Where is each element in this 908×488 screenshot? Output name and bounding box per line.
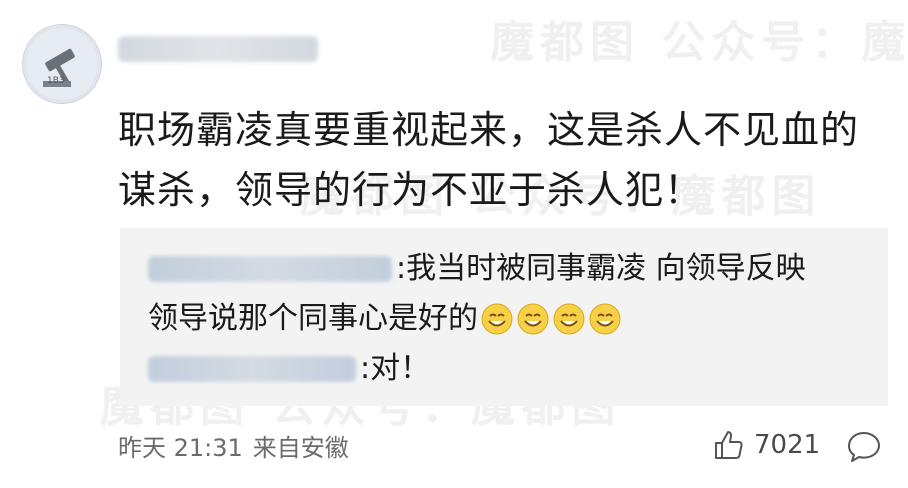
svg-text:1B3: 1B3: [47, 76, 65, 86]
smile-emoji-icon: [481, 303, 513, 335]
comment-meta: 昨天 21:31 来自安徽: [118, 428, 349, 463]
reply-text: 领导说那个同事心是好的: [148, 301, 478, 336]
thumbs-up-icon: [715, 431, 743, 459]
smile-emoji-icon: [589, 303, 621, 335]
smile-emoji-icon: [517, 303, 549, 335]
reply-text: :对！: [360, 351, 431, 386]
location: 来自安徽: [252, 434, 349, 462]
comment-line-1: 职场霸凌真要重视起来，这是杀人不见血的: [118, 108, 860, 152]
reply-text: :我当时被同事霸凌 向领导反映: [396, 251, 806, 286]
avatar[interactable]: 1B3: [22, 24, 102, 104]
comment-line-2: 谋杀，领导的行为不亚于杀人犯！: [118, 168, 704, 212]
comment-text: 职场霸凌真要重视起来，这是杀人不见血的 谋杀，领导的行为不亚于杀人犯！: [118, 100, 888, 220]
reply-username-blurred[interactable]: [148, 356, 356, 382]
smile-emoji-icon: [553, 303, 585, 335]
reply-item: :对！: [148, 348, 430, 390]
timestamp: 昨天 21:31: [118, 434, 243, 462]
reply-item: :我当时被同事霸凌 向领导反映: [148, 248, 806, 290]
comment-icon[interactable]: [846, 430, 882, 464]
comment-card: 魔都图 公众号：魔都图 魔都图 公众号：魔都图 魔都图 公众号：魔都图 1B3 …: [0, 0, 908, 488]
reply-thread[interactable]: :我当时被同事霸凌 向领导反映 领导说那个同事心是好的 :对！: [120, 228, 888, 406]
reply-item-continuation: 领导说那个同事心是好的: [148, 298, 622, 340]
username-blurred[interactable]: [118, 36, 318, 62]
watermark: 魔都图 公众号：魔都图: [490, 17, 908, 68]
reply-username-blurred[interactable]: [148, 256, 392, 282]
like-button[interactable]: 7021: [712, 428, 820, 462]
like-count: 7021: [754, 430, 821, 460]
